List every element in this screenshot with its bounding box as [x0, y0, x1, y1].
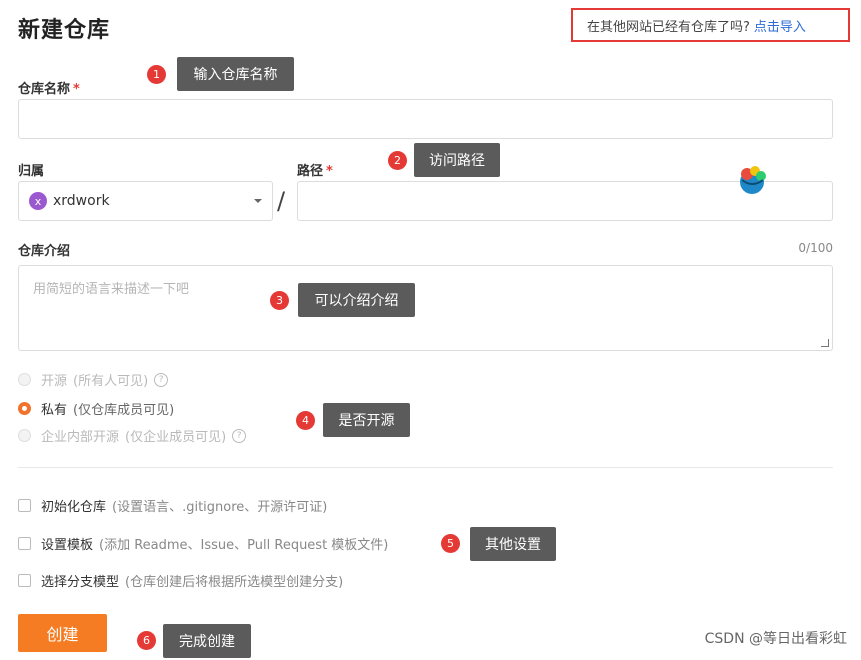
annotation-badge: 5: [441, 534, 460, 553]
radio-public[interactable]: [18, 373, 31, 386]
annotation-tip: 完成创建: [163, 624, 251, 658]
create-button[interactable]: 创建: [18, 614, 107, 652]
checkbox[interactable]: [18, 574, 31, 587]
setting-hint: (设置语言、.gitignore、开源许可证): [112, 500, 328, 515]
annotation-tip: 访问路径: [414, 143, 500, 177]
help-circle-icon[interactable]: ?: [232, 428, 247, 443]
import-link[interactable]: 点击导入: [754, 16, 806, 35]
owner-label: 归属: [18, 164, 45, 179]
setting-label: 初始化仓库: [41, 500, 107, 515]
path-separator: /: [277, 187, 286, 215]
page-title: 新建仓库: [18, 18, 111, 43]
divider: [18, 467, 833, 468]
repo-name-label: 仓库名称 *: [18, 78, 80, 97]
annotation-tip: 其他设置: [470, 527, 556, 561]
annotation-badge: 3: [270, 291, 289, 310]
owner-avatar: x: [29, 192, 47, 210]
setting-hint: (添加 Readme、Issue、Pull Request 模板文件): [99, 538, 389, 553]
resize-handle[interactable]: [821, 339, 829, 347]
visibility-option-hint: (仅仓库成员可见): [73, 403, 175, 418]
path-label: 路径 *: [297, 160, 333, 179]
path-label-text: 路径: [297, 164, 324, 179]
visibility-option-label: 私有: [41, 403, 68, 418]
mascot-icon: [740, 166, 766, 194]
desc-counter: 0/100: [798, 241, 833, 255]
repo-name-label-text: 仓库名称: [18, 82, 71, 97]
annotation-badge: 4: [296, 411, 315, 430]
visibility-option-label: 企业内部开源: [41, 430, 120, 445]
import-prompt: 在其他网站已经有仓库了吗?: [587, 19, 750, 35]
visibility-option-public[interactable]: 开源 (所有人可见) ?: [18, 370, 169, 389]
annotation-tip: 可以介绍介绍: [298, 283, 415, 317]
visibility-option-hint: (所有人可见): [73, 374, 149, 389]
desc-placeholder: 用简短的语言来描述一下吧: [33, 282, 190, 297]
visibility-option-enterprise[interactable]: 企业内部开源 (仅企业成员可见) ?: [18, 426, 247, 445]
required-mark: *: [73, 82, 80, 97]
annotation-badge: 2: [388, 151, 407, 170]
setting-label: 选择分支模型: [41, 575, 120, 590]
help-circle-icon[interactable]: ?: [154, 372, 169, 387]
desc-textarea[interactable]: 用简短的语言来描述一下吧: [18, 265, 833, 351]
visibility-option-hint: (仅企业成员可见): [125, 430, 227, 445]
owner-select[interactable]: x xrdwork: [18, 181, 273, 221]
annotation-tip: 输入仓库名称: [177, 57, 294, 91]
import-notice: 在其他网站已经有仓库了吗? 点击导入: [571, 8, 850, 42]
visibility-option-label: 开源: [41, 374, 68, 389]
annotation-badge: 6: [137, 631, 156, 650]
checkbox[interactable]: [18, 537, 31, 550]
required-mark: *: [326, 164, 333, 179]
radio-enterprise[interactable]: [18, 429, 31, 442]
desc-label: 仓库介绍: [18, 244, 71, 259]
visibility-option-private[interactable]: 私有 (仅仓库成员可见): [18, 399, 174, 418]
setting-template[interactable]: 设置模板 (添加 Readme、Issue、Pull Request 模板文件): [18, 534, 388, 553]
annotation-badge: 1: [147, 65, 166, 84]
setting-hint: (仓库创建后将根据所选模型创建分支): [125, 575, 344, 590]
chevron-down-icon: [254, 199, 262, 203]
owner-value: xrdwork: [53, 193, 110, 209]
setting-branch-model[interactable]: 选择分支模型 (仓库创建后将根据所选模型创建分支): [18, 571, 343, 590]
setting-init-repo[interactable]: 初始化仓库 (设置语言、.gitignore、开源许可证): [18, 496, 327, 515]
repo-name-input[interactable]: [18, 99, 833, 139]
setting-label: 设置模板: [41, 538, 94, 553]
radio-private[interactable]: [18, 402, 31, 415]
checkbox[interactable]: [18, 499, 31, 512]
watermark: CSDN @等日出看彩虹: [704, 631, 847, 647]
annotation-tip: 是否开源: [323, 403, 410, 437]
